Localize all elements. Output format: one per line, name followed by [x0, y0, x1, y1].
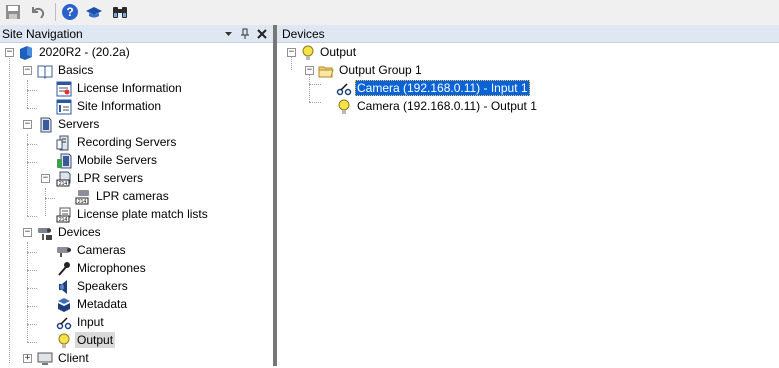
tree-label-metadata: Metadata — [77, 297, 128, 311]
pin-icon[interactable] — [240, 25, 250, 48]
toolbar-separator — [55, 3, 56, 21]
tree-label-microphones: Microphones — [77, 261, 146, 275]
expand-icon[interactable]: + — [23, 354, 32, 363]
mobile-server-icon — [57, 153, 72, 169]
tree-label-root: 2020R2 - (20.2a) — [39, 45, 130, 59]
tree-label-client: Client — [58, 351, 89, 365]
tree-label-input: Input — [77, 315, 104, 329]
info-icon — [56, 99, 72, 115]
binoculars-icon[interactable] — [110, 2, 130, 22]
lightbulb-icon — [58, 333, 70, 348]
tree-label-servers: Servers — [58, 117, 100, 131]
tutorial-icon[interactable] — [84, 2, 104, 22]
tree-label-speakers: Speakers — [77, 279, 128, 293]
svg-text:214: 214 — [59, 181, 68, 187]
collapse-icon[interactable]: − — [23, 66, 32, 75]
lightbulb-icon — [302, 45, 314, 60]
lpr-camera-icon: 214 — [75, 190, 89, 205]
save-icon[interactable] — [3, 2, 23, 22]
speaker-icon — [59, 280, 67, 294]
collapse-icon[interactable]: − — [5, 48, 14, 57]
recording-server-icon — [56, 135, 69, 151]
dropdown-arrow-icon[interactable] — [224, 25, 233, 48]
site-navigation-header: Site Navigation — [0, 25, 273, 43]
book-icon — [37, 65, 53, 79]
tree-label-output: Output — [75, 332, 116, 348]
input-icon — [56, 317, 72, 330]
devices-label-camera-output: Camera (192.168.0.11) - Output 1 — [357, 99, 537, 113]
tree-label-site-information: Site Information — [77, 99, 162, 113]
close-icon[interactable] — [257, 25, 267, 48]
svg-text:214: 214 — [78, 199, 87, 205]
lpr-server-icon: 214 — [56, 171, 71, 187]
tree-label-license-information: License Information — [77, 81, 182, 95]
site-icon — [20, 46, 32, 60]
input-icon — [336, 83, 352, 96]
tree-label-lpr-cameras: LPR cameras — [96, 189, 169, 203]
devices-label-camera-input: Camera (192.168.0.11) - Input 1 — [355, 80, 530, 96]
camera-icon — [57, 247, 71, 257]
collapse-icon[interactable]: − — [23, 120, 32, 129]
client-icon — [37, 352, 53, 365]
devices-title: Devices — [282, 27, 325, 41]
tree-label-basics: Basics — [58, 63, 94, 77]
tree-label-devices: Devices — [58, 225, 101, 239]
collapse-icon[interactable]: − — [41, 174, 50, 183]
lightbulb-icon — [338, 99, 350, 114]
microphone-icon — [58, 262, 70, 276]
metadata-icon — [58, 298, 70, 312]
license-icon — [56, 81, 72, 97]
svg-text:?: ? — [66, 5, 73, 19]
tree-label-mobile-servers: Mobile Servers — [77, 153, 158, 167]
devices-icon — [38, 228, 52, 240]
site-navigation-title: Site Navigation — [2, 27, 83, 41]
folder-icon — [318, 66, 334, 78]
collapse-icon[interactable]: − — [305, 66, 314, 75]
devices-label-output-group: Output Group 1 — [339, 63, 422, 77]
tree-label-lpr-servers: LPR servers — [77, 171, 144, 185]
tree-label-cameras: Cameras — [77, 243, 126, 257]
tree-label-license-plate-match-lists: License plate match lists — [77, 207, 208, 221]
svg-text:214: 214 — [59, 217, 68, 223]
help-icon[interactable]: ? — [60, 2, 80, 22]
toolbar: ? — [0, 0, 779, 26]
pane-splitter[interactable] — [273, 25, 277, 366]
devices-header: Devices — [277, 25, 779, 43]
server-icon — [40, 117, 52, 133]
collapse-icon[interactable]: − — [23, 228, 32, 237]
devices-label-output: Output — [320, 45, 357, 59]
tree-label-recording-servers: Recording Servers — [77, 135, 177, 149]
collapse-icon[interactable]: − — [287, 48, 296, 57]
plate-list-icon: 214 — [56, 207, 71, 223]
undo-icon[interactable] — [28, 2, 48, 22]
